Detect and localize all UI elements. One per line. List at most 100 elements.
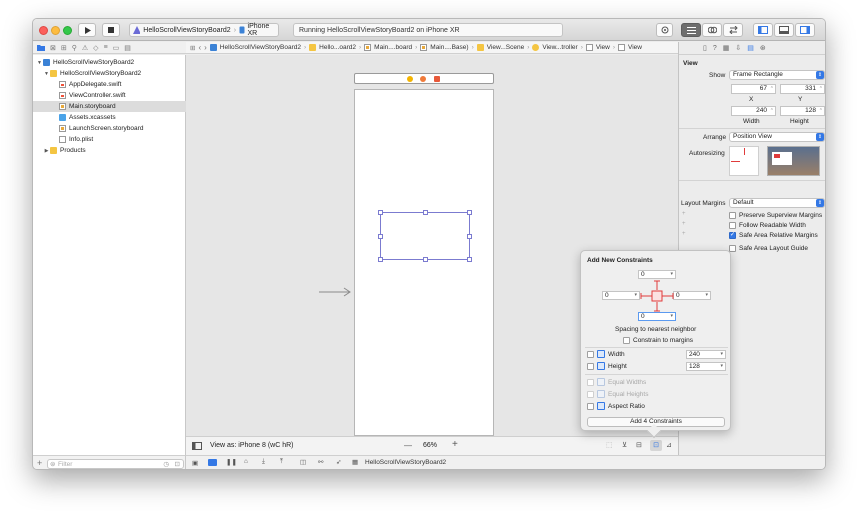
breakpoint-navigator-icon[interactable]: ▭ <box>113 44 120 52</box>
size-inspector-icon[interactable]: ▤ <box>747 44 754 52</box>
align-icon[interactable]: ⊟ <box>636 441 642 449</box>
disclosure-open-icon[interactable]: ▼ <box>43 71 50 77</box>
tree-item-group[interactable]: ▼ HelloScrollViewStoryBoard2 <box>33 68 186 79</box>
show-popup[interactable]: Frame Rectangle ⇕ <box>729 70 825 80</box>
view-hierarchy-icon[interactable]: ◫ <box>300 458 306 466</box>
height-field[interactable]: 128 <box>780 106 825 116</box>
height-value-field[interactable]: 128 ▾ <box>686 362 726 371</box>
crumb-subview[interactable]: View <box>618 44 642 51</box>
entry-point-arrow-icon[interactable] <box>319 287 352 297</box>
equal-widths-checkbox[interactable] <box>587 379 594 386</box>
resize-handle[interactable] <box>378 234 383 239</box>
resize-handle[interactable] <box>423 210 428 215</box>
resize-handle[interactable] <box>467 210 472 215</box>
identity-inspector-icon[interactable]: ▦ <box>723 44 730 52</box>
dropdown-icon[interactable]: ▾ <box>634 292 637 299</box>
toggle-debug-area-button[interactable] <box>774 23 794 37</box>
standard-editor-button[interactable] <box>681 23 701 37</box>
pause-icon[interactable]: ❚❚ <box>226 458 237 466</box>
zoom-out-button[interactable]: — <box>404 441 412 450</box>
update-frames-icon[interactable]: ⬚ <box>606 441 613 449</box>
crumb-group[interactable]: Hello...oard2 <box>309 44 356 51</box>
crumb-storyboard[interactable]: Main....board <box>364 44 412 51</box>
report-navigator-icon[interactable]: ▤ <box>124 44 131 52</box>
add-variation-icon[interactable]: + <box>682 231 686 237</box>
step-over-icon[interactable]: ⌂ <box>244 458 248 465</box>
constrain-margins-checkbox[interactable] <box>623 337 630 344</box>
debug-navigator-icon[interactable]: ≡ <box>104 44 108 51</box>
safe-area-guide-checkbox[interactable] <box>729 245 736 252</box>
back-button[interactable]: ‹ <box>198 43 201 52</box>
resize-handle[interactable] <box>378 257 383 262</box>
crumb-project[interactable]: HelloScrollViewStoryBoard2 <box>209 44 301 51</box>
first-responder-icon[interactable] <box>420 76 426 82</box>
y-field[interactable]: 331 <box>780 84 825 94</box>
scheme-selector[interactable]: HelloScrollViewStoryBoard2 › iPhone XR <box>129 23 279 37</box>
view-controller-scene[interactable] <box>354 89 494 436</box>
dropdown-icon[interactable]: ▾ <box>705 292 708 299</box>
view-controller-icon[interactable] <box>407 76 413 82</box>
preserve-superview-checkbox[interactable] <box>729 212 736 219</box>
breakpoints-toggle-icon[interactable] <box>208 459 217 466</box>
left-constraint-field[interactable]: 0 ▾ <box>602 291 640 300</box>
minimize-window-button[interactable] <box>51 26 60 35</box>
equal-heights-checkbox[interactable] <box>587 391 594 398</box>
resolve-autolayout-icon[interactable]: ⊿ <box>666 441 672 449</box>
embed-in-stack-icon[interactable]: ⊻ <box>622 441 627 449</box>
file-inspector-icon[interactable]: ▯ <box>703 44 707 52</box>
tree-item-assets[interactable]: Assets.xcassets <box>33 112 186 123</box>
disclosure-closed-icon[interactable]: ▶ <box>43 148 50 154</box>
run-button[interactable] <box>78 23 96 37</box>
follow-readable-checkbox[interactable] <box>729 222 736 229</box>
scene-dock[interactable] <box>354 73 494 84</box>
dropdown-icon[interactable]: ▾ <box>720 351 723 358</box>
add-file-button[interactable]: + <box>37 458 42 468</box>
resize-handle[interactable] <box>467 234 472 239</box>
test-navigator-icon[interactable]: ◇ <box>93 44 98 52</box>
aspect-ratio-checkbox[interactable] <box>587 403 594 410</box>
tree-item-main-storyboard[interactable]: Main.storyboard <box>33 101 186 112</box>
simulate-location-icon[interactable]: ➶ <box>336 458 341 466</box>
version-editor-button[interactable] <box>723 23 743 37</box>
filter-field[interactable]: ⊜ Filter ◷ ⊡ <box>47 459 184 469</box>
hide-debug-area-icon[interactable]: ▣ <box>192 459 198 467</box>
dropdown-icon[interactable]: ▾ <box>670 271 673 278</box>
add-new-constraints-button[interactable]: ⊡ <box>650 440 662 451</box>
zoom-window-button[interactable] <box>63 26 72 35</box>
related-items-icon[interactable]: ⊞ <box>190 44 195 52</box>
attributes-inspector-icon[interactable]: ⇩ <box>735 44 741 52</box>
view-as-label[interactable]: View as: iPhone 8 (wC hR) <box>210 442 294 449</box>
connections-inspector-icon[interactable]: ⊛ <box>760 44 766 52</box>
width-checkbox[interactable] <box>587 351 594 358</box>
tree-item-launchscreen[interactable]: LaunchScreen.storyboard <box>33 123 186 134</box>
crumb-scene[interactable]: View...Scene <box>476 44 524 51</box>
forward-button[interactable]: › <box>204 43 207 52</box>
tree-item-infoplist[interactable]: Info.plist <box>33 134 186 145</box>
crumb-storyboard-base[interactable]: Main....Base) <box>420 44 469 51</box>
resize-handle[interactable] <box>467 257 472 262</box>
resize-handle[interactable] <box>423 257 428 262</box>
issue-navigator-icon[interactable]: ⚠ <box>82 44 88 52</box>
right-constraint-field[interactable]: 0 ▾ <box>673 291 711 300</box>
scm-filter-icon[interactable]: ⊡ <box>175 460 180 469</box>
resize-handle[interactable] <box>378 210 383 215</box>
x-field[interactable]: 67 <box>731 84 776 94</box>
autoresizing-mask-editor[interactable] <box>729 146 759 176</box>
top-constraint-field[interactable]: 0 ▾ <box>638 270 676 279</box>
find-navigator-icon[interactable]: ⚲ <box>72 44 77 52</box>
project-navigator-icon[interactable] <box>37 44 45 51</box>
step-in-icon[interactable]: ⤓ <box>262 458 265 466</box>
library-button[interactable] <box>656 23 673 37</box>
width-value-field[interactable]: 240 ▾ <box>686 350 726 359</box>
zoom-in-button[interactable]: + <box>452 439 458 450</box>
tree-item-products[interactable]: ▶ Products <box>33 145 186 156</box>
tree-item-appdelegate[interactable]: AppDelegate.swift <box>33 79 186 90</box>
height-checkbox[interactable] <box>587 363 594 370</box>
layout-margins-popup[interactable]: Default ⇕ <box>729 198 825 208</box>
disclosure-open-icon[interactable]: ▼ <box>36 60 43 66</box>
exit-icon[interactable] <box>434 76 440 82</box>
tree-item-viewcontroller[interactable]: ViewController.swift <box>33 90 186 101</box>
stop-button[interactable] <box>102 23 120 37</box>
bottom-constraint-field[interactable]: 0 ▾ <box>638 312 676 321</box>
constraint-struts-diagram[interactable] <box>640 280 674 312</box>
